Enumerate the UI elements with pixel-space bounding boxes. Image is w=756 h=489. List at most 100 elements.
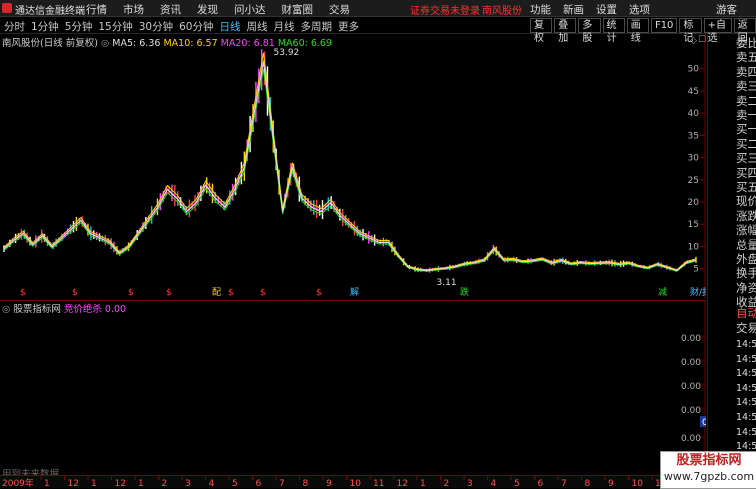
period-tab-6[interactable]: 日线 bbox=[220, 19, 241, 34]
indicator-panel[interactable]: 0.000.000.000.000.000.00 bbox=[0, 300, 706, 471]
quote-item-12[interactable]: 涨跌 bbox=[736, 209, 756, 224]
period-tab-8[interactable]: 月线 bbox=[274, 19, 295, 34]
indicator-value: 0.00 bbox=[104, 304, 127, 315]
ma20-label: MA20: 6.81 bbox=[220, 38, 275, 49]
period-tab-10[interactable]: 更多 bbox=[338, 19, 359, 34]
tool-button-7[interactable]: +自选 bbox=[703, 18, 732, 44]
app-name: 通达信金融终端 bbox=[15, 6, 85, 17]
tool-button-8[interactable]: 返回 bbox=[733, 18, 756, 44]
event-marker[interactable]: $ bbox=[260, 288, 266, 298]
menu-gongneng[interactable]: 功能 bbox=[530, 2, 551, 17]
event-marker[interactable]: 财/报 bbox=[690, 286, 706, 298]
period-tab-9[interactable]: 多周期 bbox=[301, 19, 333, 34]
quote-item-4[interactable]: 卖二 bbox=[736, 94, 756, 109]
y-tick-label: 5 bbox=[693, 265, 699, 275]
indicator-tick-label: 0.00 bbox=[681, 358, 701, 368]
tool-button-5[interactable]: F10 bbox=[650, 18, 678, 33]
ma5-label: MA5: 6.36 bbox=[112, 38, 161, 49]
y-tick-label: 35 bbox=[688, 131, 699, 141]
menu-caifuquan[interactable]: 财富圈 bbox=[282, 2, 314, 17]
high-price-label: 53.92 bbox=[274, 48, 300, 58]
candlestick-chart[interactable]: 50 45 40 35 30 25 20 15 10 5 53.92 3.11 $ $ $ $ 配 $ $ $ 解 跌 减 财… bbox=[0, 34, 706, 298]
quote-item-3[interactable]: 卖三 bbox=[736, 79, 756, 94]
tool-button-1[interactable]: 叠加 bbox=[554, 18, 577, 44]
y-tick-label: 40 bbox=[688, 109, 700, 119]
quote-item-10[interactable]: 买五 bbox=[736, 180, 756, 195]
event-marker[interactable]: $ bbox=[166, 288, 172, 298]
main-menu: 行情 市场 资讯 发现 问小达 财富圈 交易 bbox=[86, 2, 350, 17]
event-marker[interactable]: $ bbox=[228, 288, 234, 298]
title-bar: 通达信金融终端 行情 市场 资讯 发现 问小达 财富圈 交易 证券交易未登录 南… bbox=[0, 0, 756, 17]
quote-item-8[interactable]: 买三 bbox=[736, 151, 756, 166]
event-marker[interactable]: 跌 bbox=[460, 287, 469, 298]
y-tick-label: 25 bbox=[688, 176, 699, 186]
right-menu: 功能 新画 设置 选项 bbox=[530, 2, 650, 17]
quote-item-6[interactable]: 买一 bbox=[736, 122, 756, 137]
y-tick-label: 15 bbox=[688, 220, 699, 230]
tool-button-4[interactable]: 画线 bbox=[626, 18, 649, 44]
y-tick-label: 45 bbox=[688, 87, 699, 97]
event-marker[interactable]: $ bbox=[72, 288, 78, 298]
quote-item-14[interactable]: 总量 bbox=[736, 238, 756, 253]
guest-user[interactable]: 游客 bbox=[716, 2, 737, 17]
period-tab-7[interactable]: 周线 bbox=[247, 19, 268, 34]
chart-title: 南风股份(日线 前复权) bbox=[2, 38, 98, 49]
indicator-legend: ◎ 股票指标网 竞价绝杀 0.00 bbox=[2, 301, 126, 315]
menu-xinhua[interactable]: 新画 bbox=[563, 2, 584, 17]
y-tick-label: 50 bbox=[688, 65, 700, 75]
event-marker[interactable]: $ bbox=[316, 288, 322, 298]
menu-zixun[interactable]: 资讯 bbox=[160, 2, 181, 17]
quote-item-2[interactable]: 卖四 bbox=[736, 65, 756, 80]
ma60-label: MA60: 6.69 bbox=[277, 38, 333, 49]
event-marker[interactable]: 解 bbox=[350, 286, 359, 298]
chart-legend: 南风股份(日线 前复权) ◎ MA5: 6.36 MA10: 6.57 MA20… bbox=[2, 35, 332, 49]
trade-label[interactable]: 交易 bbox=[736, 321, 756, 336]
quote-item-5[interactable]: 卖一 bbox=[736, 108, 756, 123]
watermark: 股票指标网 www.7gpzb.com bbox=[660, 451, 756, 489]
watermark-url: www.7gpzb.com bbox=[663, 470, 755, 483]
tool-button-6[interactable]: 标记 bbox=[679, 18, 702, 44]
period-tab-1[interactable]: 1分钟 bbox=[31, 19, 59, 34]
quote-item-11[interactable]: 现价 bbox=[736, 194, 756, 209]
event-marker[interactable]: $ bbox=[128, 288, 134, 298]
y-tick-label: 20 bbox=[688, 198, 700, 208]
event-marker[interactable]: $ bbox=[20, 288, 26, 298]
stock-name: 南风股份 bbox=[482, 6, 522, 17]
menu-hangqing[interactable]: 行情 bbox=[86, 2, 107, 17]
period-tab-5[interactable]: 60分钟 bbox=[179, 19, 213, 34]
quote-item-9[interactable]: 买四 bbox=[736, 166, 756, 181]
period-tab-3[interactable]: 15分钟 bbox=[98, 19, 132, 34]
menu-shichang[interactable]: 市场 bbox=[123, 2, 144, 17]
menu-xuanxiang[interactable]: 选项 bbox=[629, 2, 650, 17]
date-year-label: 2009年 bbox=[2, 477, 34, 488]
quote-item-17[interactable]: 净资 bbox=[736, 281, 756, 296]
login-warning[interactable]: 证券交易未登录 bbox=[410, 2, 480, 17]
quote-item-0[interactable]: 委比 bbox=[736, 36, 756, 51]
quote-item-7[interactable]: 买二 bbox=[736, 137, 756, 152]
quote-item-16[interactable]: 换手 bbox=[736, 266, 756, 281]
menu-jiaoyi[interactable]: 交易 bbox=[329, 2, 350, 17]
quote-item-13[interactable]: 涨幅 bbox=[736, 223, 756, 238]
menu-wenxiaoda[interactable]: 问小达 bbox=[234, 2, 266, 17]
quote-item-1[interactable]: 卖五 bbox=[736, 50, 756, 65]
indicator-name: 股票指标网 bbox=[13, 304, 61, 315]
menu-faxian[interactable]: 发现 bbox=[197, 2, 218, 17]
expand-icon[interactable]: ◇ bbox=[690, 36, 697, 46]
period-tab-4[interactable]: 30分钟 bbox=[139, 19, 173, 34]
indicator-settings-icon[interactable]: ◎ bbox=[2, 304, 10, 315]
period-tab-2[interactable]: 5分钟 bbox=[65, 19, 93, 34]
tool-button-0[interactable]: 复权 bbox=[530, 18, 553, 44]
y-tick-label: 10 bbox=[688, 242, 700, 252]
tool-button-3[interactable]: 统计 bbox=[602, 18, 625, 44]
tool-button-2[interactable]: 多股 bbox=[578, 18, 601, 44]
settings-dot-icon[interactable]: ◎ bbox=[101, 38, 109, 49]
event-marker[interactable]: 配 bbox=[212, 287, 221, 298]
auto-trade-label[interactable]: 自动 bbox=[736, 306, 756, 321]
ma10-label: MA10: 6.57 bbox=[163, 38, 218, 49]
quote-item-15[interactable]: 外盘 bbox=[736, 252, 756, 267]
close-icon[interactable]: ☐ bbox=[698, 35, 706, 45]
indicator-tick-label: 0.00 bbox=[681, 406, 701, 416]
period-tab-0[interactable]: 分时 bbox=[4, 19, 25, 34]
menu-shezhi[interactable]: 设置 bbox=[596, 2, 617, 17]
event-marker[interactable]: 减 bbox=[658, 286, 667, 298]
